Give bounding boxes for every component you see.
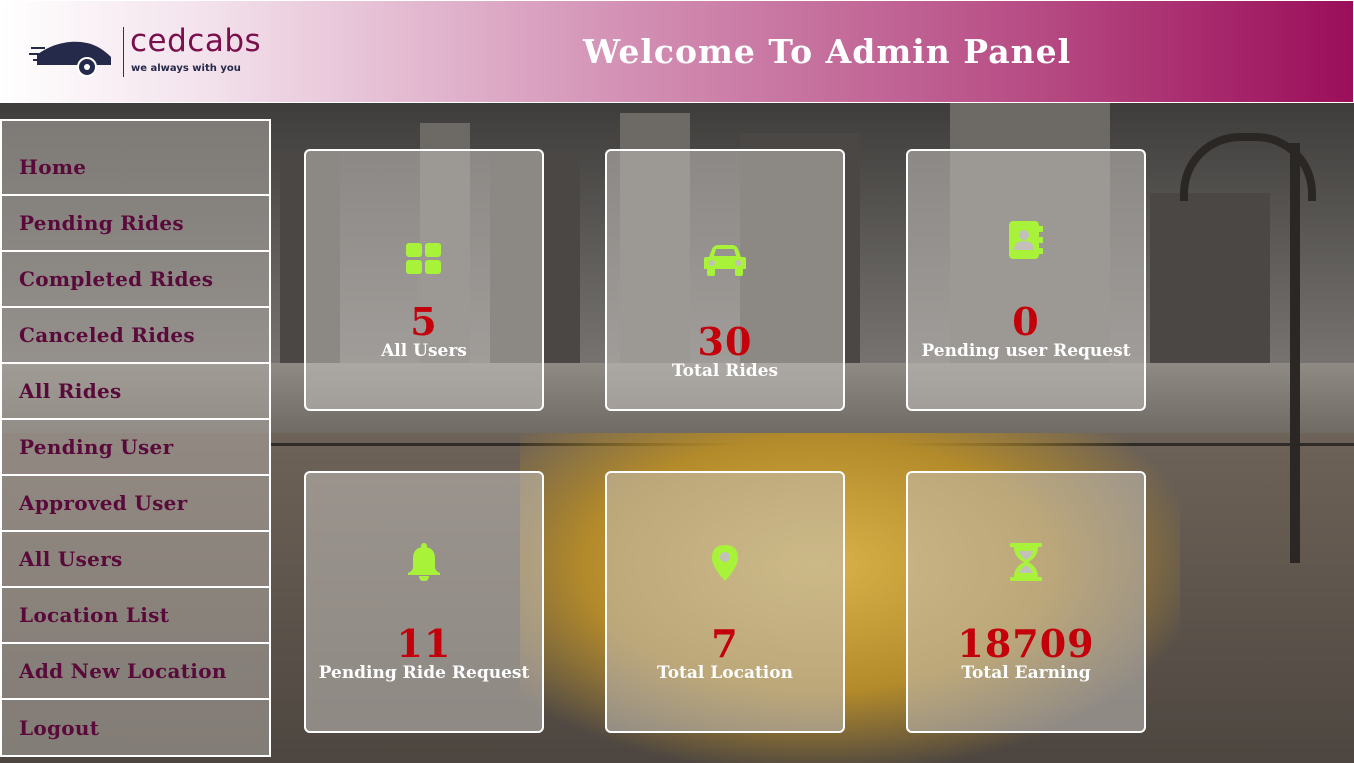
sidebar-item-location-list[interactable]: Location List (0, 588, 271, 644)
street-lamp-pole (1290, 143, 1300, 563)
card-label: All Users (381, 341, 467, 361)
logo-name: cedcabs (130, 23, 262, 59)
grid-icon (306, 243, 542, 275)
logo[interactable]: cedcabs we always with you (29, 23, 265, 81)
card-value: 30 (697, 319, 753, 364)
card-pending-ride-request[interactable]: 11 Pending Ride Request (304, 471, 544, 733)
card-pending-user-request[interactable]: 0 Pending user Request (906, 149, 1146, 411)
card-label: Total Rides (671, 361, 779, 381)
page-title: Welcome To Admin Panel (583, 32, 1072, 71)
sidebar-nav: Home Pending Rides Completed Rides Cance… (0, 119, 271, 757)
sidebar-item-completed-rides[interactable]: Completed Rides (0, 252, 271, 308)
bell-icon (306, 543, 542, 581)
card-value: 5 (410, 299, 438, 344)
taxi-logo-icon (29, 41, 111, 77)
card-value: 18709 (957, 621, 1095, 666)
sidebar-item-add-new-location[interactable]: Add New Location (0, 644, 271, 700)
sidebar-item-home[interactable]: Home (0, 119, 271, 196)
card-total-rides[interactable]: 30 Total Rides (605, 149, 845, 411)
card-value: 7 (711, 621, 739, 666)
card-label: Pending Ride Request (318, 663, 530, 683)
sidebar-item-approved-user[interactable]: Approved User (0, 476, 271, 532)
logo-tagline: we always with you (131, 63, 241, 74)
card-label: Pending user Request (921, 341, 1131, 361)
sidebar-item-all-rides[interactable]: All Rides (0, 364, 271, 420)
card-value: 11 (396, 621, 452, 666)
card-label: Total Earning (961, 663, 1091, 683)
card-total-location[interactable]: 7 Total Location (605, 471, 845, 733)
card-all-users[interactable]: 5 All Users (304, 149, 544, 411)
building (1150, 193, 1270, 383)
hourglass-icon (908, 543, 1144, 581)
sidebar-item-logout[interactable]: Logout (0, 700, 271, 757)
card-total-earning[interactable]: 18709 Total Earning (906, 471, 1146, 733)
card-label: Total Location (657, 663, 793, 683)
car-icon (607, 245, 843, 277)
card-value: 0 (1012, 299, 1040, 344)
sidebar-item-pending-rides[interactable]: Pending Rides (0, 196, 271, 252)
logo-divider (123, 27, 124, 77)
header: cedcabs we always with you Welcome To Ad… (0, 0, 1354, 103)
contact-book-icon (908, 221, 1144, 259)
map-marker-icon (607, 545, 843, 581)
sidebar-item-canceled-rides[interactable]: Canceled Rides (0, 308, 271, 364)
sidebar-item-all-users[interactable]: All Users (0, 532, 271, 588)
sidebar-item-pending-user[interactable]: Pending User (0, 420, 271, 476)
